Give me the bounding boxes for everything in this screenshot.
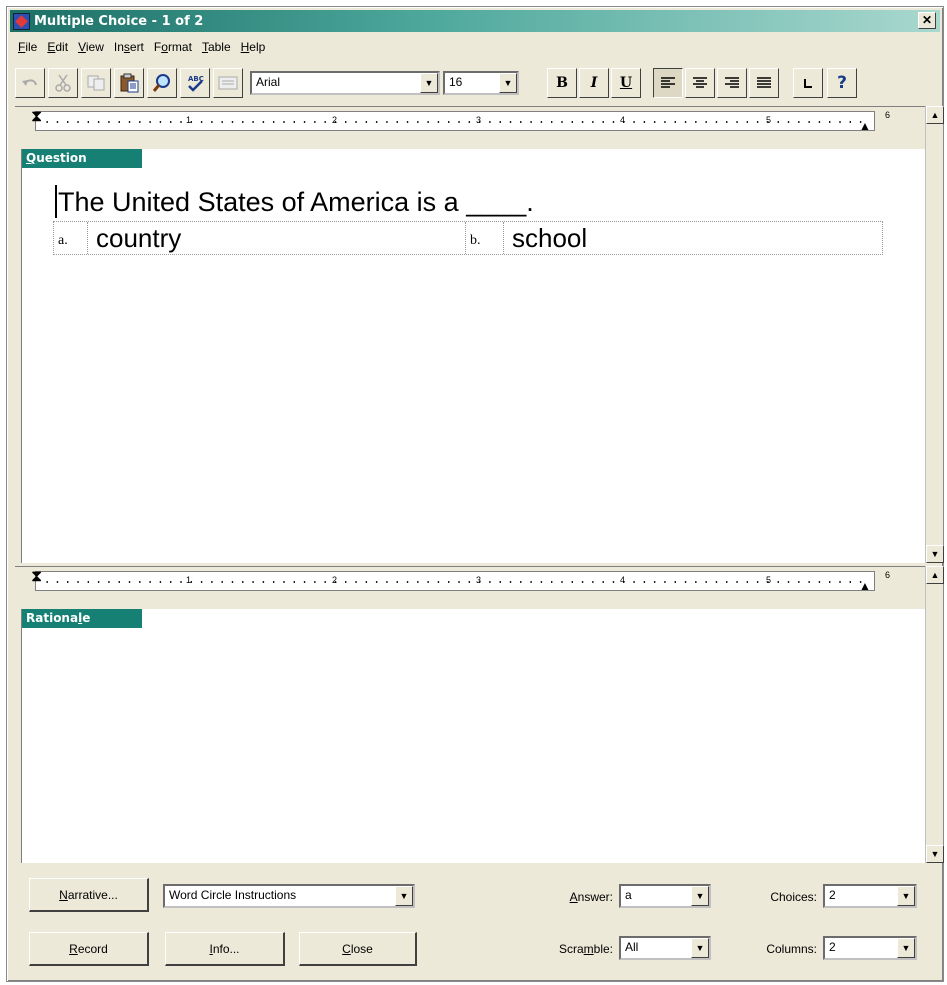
chevron-down-icon[interactable]: ▼ [897, 938, 915, 958]
undo-icon [22, 79, 37, 86]
app-icon [13, 12, 30, 30]
font-size-value: 16 [449, 75, 463, 89]
chevron-down-icon[interactable]: ▼ [420, 73, 438, 93]
copy-button[interactable] [81, 68, 111, 98]
left-indent-marker[interactable]: ⧗ [31, 109, 42, 125]
menu-format[interactable]: Format [151, 38, 199, 58]
bold-button[interactable]: B [547, 68, 577, 98]
menu-file[interactable]: File [15, 38, 44, 58]
copy-icon [87, 75, 105, 91]
choice-b-text[interactable]: school [504, 222, 882, 254]
menu-help[interactable]: Help [238, 38, 273, 58]
undo-button[interactable] [15, 68, 45, 98]
tab-stop-icon [804, 79, 812, 88]
chevron-down-icon[interactable]: ▼ [395, 886, 413, 906]
narrative-button[interactable]: Narrative... [29, 878, 149, 912]
right-indent-marker[interactable]: ▲ [859, 579, 871, 593]
cut-icon [55, 74, 71, 92]
align-center-button[interactable] [685, 68, 715, 98]
scramble-label: Scramble: [558, 942, 613, 956]
answer-label: Answer: [569, 890, 613, 904]
rationale-pane[interactable]: Rationale [21, 609, 927, 863]
justify-button[interactable] [749, 68, 779, 98]
choice-b-letter: b. [466, 222, 504, 254]
choices-select[interactable]: 2 ▼ [823, 884, 917, 908]
chevron-down-icon[interactable]: ▼ [691, 938, 709, 958]
text-cursor [55, 185, 57, 218]
title-bar: Multiple Choice - 1 of 2 ✕ [10, 10, 940, 32]
close-button[interactable]: Close [299, 932, 417, 966]
record-button[interactable]: Record [29, 932, 149, 966]
window-title: Multiple Choice - 1 of 2 [34, 13, 204, 29]
scroll-down-icon[interactable]: ▼ [926, 545, 944, 563]
rationale-section-label: Rationale [22, 609, 142, 628]
justify-icon [757, 77, 771, 88]
left-indent-marker[interactable]: ⧗ [31, 569, 42, 585]
align-center-icon [693, 77, 707, 88]
question-text[interactable]: The United States of America is a ____. [58, 187, 534, 218]
multiple-choice-window: Multiple Choice - 1 of 2 ✕ File Edit Vie… [6, 6, 944, 982]
columns-label: Columns: [766, 942, 817, 956]
menu-bar: File Edit View Insert Format Table Help [15, 38, 272, 58]
scramble-select[interactable]: All ▼ [619, 936, 711, 960]
menu-insert[interactable]: Insert [111, 38, 151, 58]
paste-button[interactable] [114, 68, 144, 98]
align-left-icon [661, 77, 675, 88]
align-right-icon [725, 77, 739, 88]
narrative-select-value: Word Circle Instructions [169, 888, 297, 902]
question-ruler: 1 2 3 4 5 ⧗ ▲ 6 [15, 106, 927, 134]
chevron-down-icon[interactable]: ▼ [499, 73, 517, 93]
scramble-select-value: All [625, 940, 639, 954]
answer-select[interactable]: a ▼ [619, 884, 711, 908]
find-icon [152, 74, 170, 92]
rationale-ruler: 1 2 3 4 5 ⧗ ▲ 6 [15, 566, 927, 594]
menu-view[interactable]: View [75, 38, 111, 58]
align-left-button[interactable] [653, 68, 683, 98]
chevron-down-icon[interactable]: ▼ [691, 886, 709, 906]
align-right-button[interactable] [717, 68, 747, 98]
rationale-scrollbar[interactable]: ▲ ▼ [925, 566, 944, 863]
insert-object-button[interactable] [213, 68, 243, 98]
close-window-button[interactable]: ✕ [918, 12, 936, 29]
font-name-select[interactable]: Arial ▼ [250, 71, 440, 95]
right-indent-marker[interactable]: ▲ [859, 119, 871, 133]
underline-icon: U [619, 75, 633, 91]
font-name-value: Arial [256, 75, 281, 89]
columns-select[interactable]: 2 ▼ [823, 936, 917, 960]
paste-icon [120, 73, 139, 93]
answer-select-value: a [625, 888, 632, 902]
info-button[interactable]: Info... [165, 932, 285, 966]
question-pane[interactable]: Question The United States of America is… [21, 149, 927, 563]
toolbar: ABC Arial ▼ 16 ▼ B I U ? [15, 68, 940, 102]
menu-edit[interactable]: Edit [44, 38, 75, 58]
chevron-down-icon[interactable]: ▼ [897, 886, 915, 906]
spellcheck-button[interactable]: ABC [180, 68, 210, 98]
help-button[interactable]: ? [827, 68, 857, 98]
bold-icon: B [556, 75, 568, 91]
font-size-select[interactable]: 16 ▼ [443, 71, 519, 95]
choice-a-letter: a. [54, 222, 88, 254]
underline-button[interactable]: U [611, 68, 641, 98]
insert-icon [218, 76, 238, 90]
answer-choices-table: a. country b. school [53, 221, 883, 255]
cut-button[interactable] [48, 68, 78, 98]
choice-a-text[interactable]: country [88, 222, 466, 254]
find-button[interactable] [147, 68, 177, 98]
question-section-label: Question [22, 149, 142, 168]
close-icon: ✕ [921, 13, 933, 27]
scroll-up-icon[interactable]: ▲ [926, 566, 944, 584]
italic-button[interactable]: I [579, 68, 609, 98]
question-scrollbar[interactable]: ▲ ▼ [925, 106, 944, 563]
spellcheck-icon: ABC [188, 75, 204, 92]
narrative-select[interactable]: Word Circle Instructions ▼ [163, 884, 415, 908]
choices-label: Choices: [770, 890, 817, 904]
scroll-down-icon[interactable]: ▼ [926, 845, 944, 863]
columns-select-value: 2 [829, 940, 836, 954]
menu-table[interactable]: Table [199, 38, 238, 58]
tab-stop-button[interactable] [793, 68, 823, 98]
scroll-up-icon[interactable]: ▲ [926, 106, 944, 124]
italic-icon: I [590, 75, 598, 91]
help-icon: ? [837, 73, 847, 93]
choices-select-value: 2 [829, 888, 836, 902]
